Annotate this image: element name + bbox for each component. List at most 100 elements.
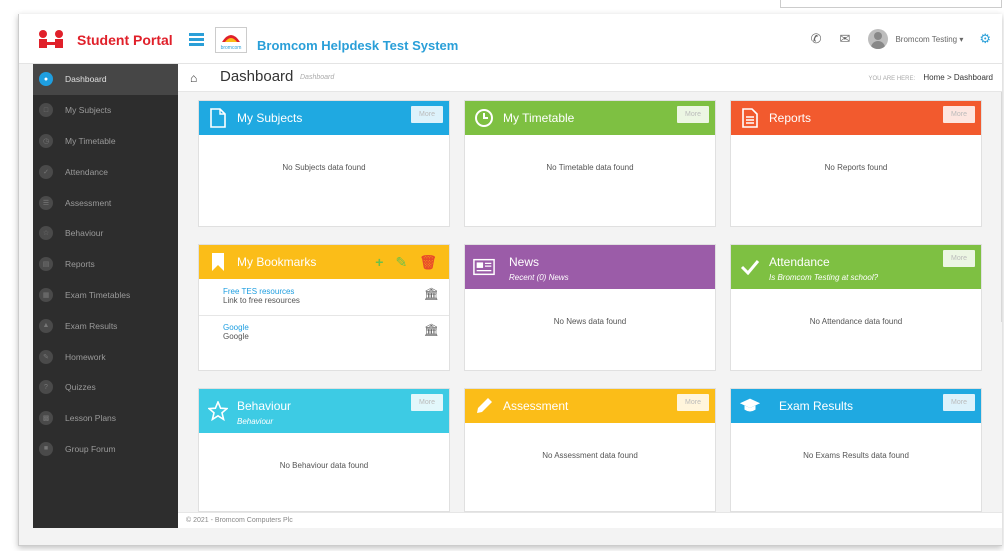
check-icon: ✓: [39, 164, 53, 179]
footer: © 2021 - Bromcom Computers Plc: [178, 512, 1002, 528]
card-header[interactable]: News Recent (0) News: [465, 245, 715, 289]
more-button[interactable]: More: [677, 394, 709, 411]
institution-icon[interactable]: 🏛: [424, 287, 439, 301]
empty-message: No Timetable data found: [546, 163, 634, 172]
svg-text:bromcom: bromcom: [221, 45, 242, 51]
card-my-timetable: My Timetable More No Timetable data foun…: [464, 100, 716, 227]
check-icon: [739, 256, 761, 278]
avatar[interactable]: [868, 29, 889, 49]
card-header[interactable]: Reports More: [731, 101, 981, 135]
sidebar-item-my-timetable[interactable]: ◷ My Timetable: [33, 126, 178, 157]
card-header[interactable]: My Timetable More: [465, 101, 715, 135]
edit-icon[interactable]: ✎: [395, 254, 407, 271]
sidebar-item-lesson-plans[interactable]: ▩ Lesson Plans: [33, 403, 178, 434]
star-icon: ☆: [39, 226, 53, 241]
header-actions: ✆ ✉ Bromcom Testing ▾ ⚙: [811, 29, 991, 49]
breadcrumb-path[interactable]: Home > Dashboard: [923, 73, 993, 82]
card-assessment: Assessment More No Assessment data found: [464, 388, 716, 512]
question-icon: ?: [39, 380, 53, 395]
envelope-icon[interactable]: ✉: [840, 31, 851, 47]
institution-icon[interactable]: 🏛: [424, 323, 439, 337]
window-edge: [780, 0, 1002, 8]
sidebar-item-reports[interactable]: ▤ Reports: [33, 249, 178, 280]
sidebar-item-dashboard[interactable]: ● Dashboard: [33, 64, 178, 95]
more-button[interactable]: More: [411, 106, 443, 123]
report-icon: [739, 107, 761, 129]
card-header[interactable]: Attendance Is Bromcom Testing at school?…: [731, 245, 981, 289]
empty-message: No Reports found: [824, 163, 888, 172]
page-header: ⌂ Dashboard Dashboard YOU ARE HERE: Home…: [178, 64, 1002, 92]
empty-message: No Exams Results data found: [803, 451, 909, 460]
empty-message: No Behaviour data found: [279, 461, 369, 470]
card-my-subjects: My Subjects More No Subjects data found: [198, 100, 450, 227]
newspaper-icon: [473, 256, 495, 278]
bookmark-actions: + ✎ 🗑: [363, 254, 437, 271]
card-header: My Bookmarks + ✎ 🗑: [199, 245, 449, 279]
forum-icon: ■: [39, 441, 53, 456]
sidebar-item-exam-results[interactable]: ▲ Exam Results: [33, 310, 178, 341]
scrollbar[interactable]: [1001, 92, 1002, 322]
portal-title: Student Portal: [77, 32, 173, 48]
dashboard-icon: ●: [39, 72, 53, 87]
top-header: Student Portal bromcom Bromcom Helpdesk …: [19, 14, 1002, 64]
card-news: News Recent (0) News No News data found: [464, 244, 716, 371]
card-my-bookmarks: My Bookmarks + ✎ 🗑 Free TES resources Li…: [198, 244, 450, 371]
helpdesk-logo: bromcom: [215, 27, 247, 53]
card-header[interactable]: Exam Results More: [731, 389, 981, 423]
card-behaviour: Behaviour Behaviour More No Behaviour da…: [198, 388, 450, 512]
sidebar-item-quizzes[interactable]: ? Quizzes: [33, 372, 178, 403]
sidebar-item-my-subjects[interactable]: □ My Subjects: [33, 95, 178, 126]
empty-message: No News data found: [553, 317, 627, 326]
copyright-text: © 2021 - Bromcom Computers Plc: [186, 517, 293, 524]
sidebar-item-behaviour[interactable]: ☆ Behaviour: [33, 218, 178, 249]
page-title: Dashboard: [220, 68, 294, 85]
trash-icon[interactable]: 🗑: [419, 254, 437, 271]
pencil-icon: ✎: [39, 349, 53, 364]
list-item: Free TES resources Link to free resource…: [223, 287, 443, 305]
add-icon[interactable]: +: [375, 254, 383, 271]
report-icon: ▤: [39, 257, 53, 272]
sidebar-item-group-forum[interactable]: ■ Group Forum: [33, 434, 178, 465]
graduation-cap-icon: ▲: [39, 318, 53, 333]
list-icon: ☰: [39, 195, 53, 210]
sidebar-item-exam-timetables[interactable]: ▦ Exam Timetables: [33, 280, 178, 311]
list-item: Google Google 🏛: [223, 323, 443, 341]
user-menu[interactable]: Bromcom Testing ▾: [895, 35, 963, 44]
more-button[interactable]: More: [677, 106, 709, 123]
document-icon: [207, 107, 229, 129]
card-header[interactable]: My Subjects More: [199, 101, 449, 135]
empty-message: No Subjects data found: [282, 163, 366, 172]
empty-message: No Attendance data found: [809, 317, 903, 326]
bookmark-icon: [207, 251, 229, 273]
more-button[interactable]: More: [943, 250, 975, 267]
card-exam-results: Exam Results More No Exams Results data …: [730, 388, 982, 512]
page-subtitle: Dashboard: [300, 74, 335, 81]
app-window: Student Portal bromcom Bromcom Helpdesk …: [18, 14, 1002, 546]
sidebar-item-homework[interactable]: ✎ Homework: [33, 341, 178, 372]
more-button[interactable]: More: [943, 106, 975, 123]
brand[interactable]: Student Portal: [33, 28, 173, 52]
bookmark-link[interactable]: Free TES resources: [223, 287, 443, 296]
card-reports: Reports More No Reports found: [730, 100, 982, 227]
card-attendance: Attendance Is Bromcom Testing at school?…: [730, 244, 982, 371]
system-title: Bromcom Helpdesk Test System: [257, 38, 459, 53]
more-button[interactable]: More: [411, 394, 443, 411]
card-header[interactable]: Behaviour Behaviour More: [199, 389, 449, 433]
more-button[interactable]: More: [943, 394, 975, 411]
sidebar-item-assessment[interactable]: ☰ Assessment: [33, 187, 178, 218]
bromcom-logo-icon: bromcom: [221, 35, 242, 51]
bookmark-link[interactable]: Google: [223, 323, 443, 332]
sidebar-item-attendance[interactable]: ✓ Attendance: [33, 156, 178, 187]
clock-icon: ◷: [39, 133, 53, 148]
phone-icon[interactable]: ✆: [811, 31, 822, 47]
graduation-cap-icon: [739, 395, 761, 417]
calendar-icon: ▦: [39, 287, 53, 302]
card-header[interactable]: Assessment More: [465, 389, 715, 423]
breadcrumb: YOU ARE HERE: Home > Dashboard: [868, 73, 993, 82]
divider: [199, 315, 449, 316]
gear-icon[interactable]: ⚙: [979, 31, 991, 47]
menu-toggle-icon[interactable]: [189, 33, 204, 46]
home-icon[interactable]: ⌂: [190, 71, 197, 85]
student-portal-logo-icon: [39, 30, 63, 48]
clock-icon: [473, 107, 495, 129]
